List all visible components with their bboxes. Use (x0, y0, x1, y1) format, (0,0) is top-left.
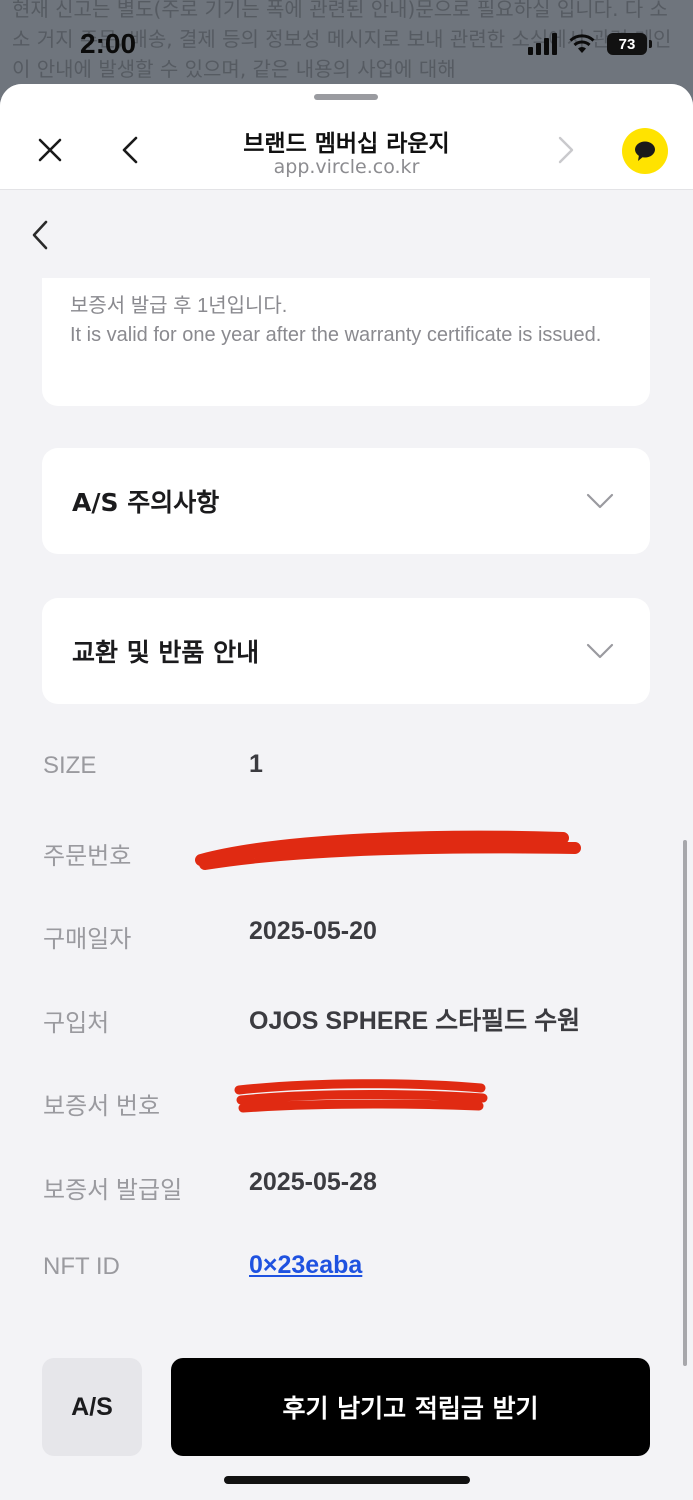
warranty-note-en: It is valid for one year after the warra… (70, 324, 602, 346)
home-indicator[interactable] (224, 1476, 470, 1484)
status-time: 2:00 (80, 28, 137, 59)
warranty-period-card: 보증서 발급 후 1년입니다. It is valid for one year… (42, 278, 650, 406)
status-icons: 73 (528, 33, 652, 55)
scrollbar[interactable] (683, 840, 687, 1366)
warranty-note-ko: 보증서 발급 후 1년입니다. (70, 295, 288, 317)
chat-bubble-icon[interactable] (622, 128, 668, 174)
detail-row-warranty-number: 보증서 번호 (43, 1070, 663, 1154)
detail-value: 2025-05-28 (249, 1167, 377, 1196)
page-title: 브랜드 멤버십 라운지 (243, 131, 450, 157)
detail-row-store: 구입처 OJOS SPHERE 스타필드 수원 (43, 987, 663, 1071)
detail-row-order-number: 주문번호 (43, 820, 663, 904)
nft-id-link[interactable]: 0×23eaba (249, 1251, 362, 1280)
chevron-right-icon[interactable] (548, 132, 584, 168)
review-reward-button[interactable]: 후기 남기고 적립금 받기 (171, 1358, 650, 1456)
battery-icon: 73 (607, 33, 652, 55)
detail-label: 주문번호 (43, 842, 132, 870)
back-arrow-icon[interactable] (28, 218, 58, 252)
accordion-as-notice[interactable]: A/S 주의사항 (42, 448, 650, 554)
redaction-scribble (195, 830, 581, 870)
page-url: app.vircle.co.kr (273, 156, 420, 178)
detail-label: 보증서 발급일 (43, 1176, 183, 1204)
detail-label: 보증서 번호 (43, 1093, 161, 1120)
detail-value: 1 (249, 750, 263, 778)
redaction-scribble (234, 1079, 488, 1113)
accordion-label: 교환 및 반품 안내 (72, 638, 260, 667)
wifi-icon (569, 34, 595, 53)
chevron-down-icon (586, 643, 614, 659)
as-button[interactable]: A/S (42, 1358, 142, 1456)
detail-label: NFT ID (43, 1253, 120, 1280)
detail-value: OJOS SPHERE 스타필드 수원 (249, 1006, 581, 1035)
order-details: SIZE 1 주문번호 구매일자 2025-05-20 구입처 OJOS SPH… (43, 736, 663, 1321)
detail-label: 구입처 (43, 1009, 110, 1037)
detail-value: 2025-05-20 (249, 917, 377, 945)
detail-row-size: SIZE 1 (43, 736, 663, 820)
detail-label: SIZE (43, 752, 97, 779)
cellular-signal-icon (528, 33, 557, 55)
accordion-exchange-return[interactable]: 교환 및 반품 안내 (42, 598, 650, 704)
detail-label: 구매일자 (43, 926, 132, 953)
detail-row-nft-id: NFT ID 0×23eaba (43, 1237, 663, 1321)
detail-row-purchase-date: 구매일자 2025-05-20 (43, 903, 663, 987)
chevron-down-icon (586, 493, 614, 509)
browser-sheet: 브랜드 멤버십 라운지 app.vircle.co.kr 보증서 발급 후 1년… (0, 84, 693, 1500)
detail-row-issue-date: 보증서 발급일 2025-05-28 (43, 1154, 663, 1238)
sheet-grabber[interactable] (314, 94, 378, 100)
accordion-label: A/S 주의사항 (72, 488, 220, 517)
browser-header: 브랜드 멤버십 라운지 app.vircle.co.kr (0, 84, 693, 190)
